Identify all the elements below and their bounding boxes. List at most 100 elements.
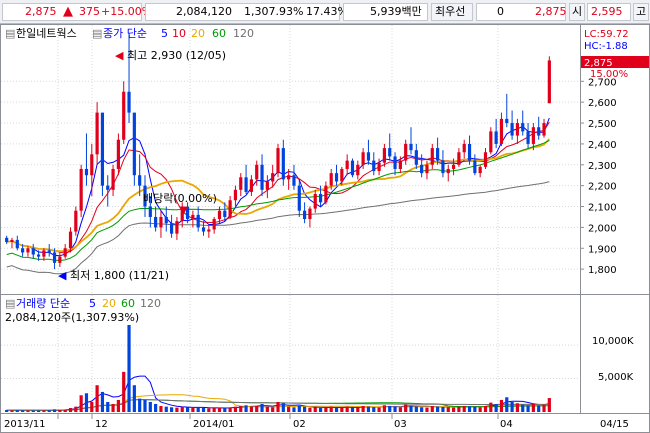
volume-bar <box>483 405 488 412</box>
current-price-tag-text: 2,875 <box>584 58 613 69</box>
candle-body <box>164 216 168 224</box>
volume-bar <box>457 406 461 412</box>
candle-body <box>404 143 408 161</box>
candle-body <box>515 123 520 136</box>
price-change: 375 <box>79 5 100 18</box>
volume-bar <box>36 410 41 412</box>
candle-body <box>217 210 222 220</box>
amount-cell: 5,939백만 <box>343 3 428 21</box>
volume-bar <box>318 407 323 412</box>
volume-bar <box>430 405 434 412</box>
pref-value-cell: 0 2,875 <box>476 3 567 21</box>
volume-bar <box>201 407 206 412</box>
volume-bar <box>356 407 360 412</box>
candle-body <box>542 123 546 136</box>
ma-label: 종가 단순 <box>103 27 147 40</box>
candle-body <box>366 152 371 161</box>
candle-body <box>441 160 445 174</box>
volume-bar <box>239 405 243 412</box>
price-panel-icon: ▤ <box>5 27 15 40</box>
chart-border <box>0 24 650 433</box>
quote-bar: 2,875 ▲ 375 +15.00% 2,084,120 1,307.93% … <box>0 0 650 24</box>
volume-bar <box>366 406 371 412</box>
candle-body <box>526 131 530 144</box>
volume-bar <box>334 407 339 412</box>
candle-body <box>276 148 280 174</box>
candle-body <box>377 162 381 172</box>
volume-bar <box>473 406 477 412</box>
volume-bar <box>95 385 99 412</box>
candle-body <box>175 221 179 234</box>
candle-body <box>324 185 328 203</box>
volume-bar <box>478 407 482 412</box>
volume-bar <box>47 410 51 412</box>
volume-bar <box>281 403 285 412</box>
volume-bar <box>122 371 126 412</box>
volume-bar <box>510 401 514 412</box>
volume-bar <box>398 407 402 412</box>
open-label-cell: 시 <box>569 3 585 21</box>
candle-body <box>84 168 89 176</box>
ma-period-10: 10 <box>172 27 186 40</box>
candle-body <box>132 112 136 176</box>
candle-body <box>537 127 541 136</box>
low-arrow-icon: ◀ <box>58 269 67 282</box>
candle-body <box>100 112 105 186</box>
volume-bar <box>74 406 78 412</box>
high-label: 고 <box>636 5 647 18</box>
candle-body <box>207 229 211 232</box>
candle-body <box>521 123 525 132</box>
candle-body <box>191 214 195 220</box>
volume-bar <box>31 410 35 412</box>
price-tick-label: 2,600 <box>588 98 617 109</box>
candle-body <box>425 164 429 174</box>
volume-bar <box>436 406 440 412</box>
volume-label: 거래량 단순 <box>16 297 70 310</box>
volume-bar <box>116 399 120 412</box>
volume-bar <box>521 404 525 412</box>
volume-bar <box>324 407 328 412</box>
volume-bar <box>313 407 317 412</box>
volume-bar <box>63 409 67 412</box>
volume-bar <box>451 407 456 412</box>
candle-body <box>489 131 493 153</box>
candle-body <box>467 143 472 161</box>
volume-bar <box>462 405 466 412</box>
up-arrow-icon: ▲ <box>63 4 73 19</box>
stock-name: 한일네트웍스 <box>16 26 77 40</box>
volume-bar <box>58 409 62 412</box>
volume-bar <box>303 406 307 412</box>
candle-body <box>334 173 339 182</box>
volume-bar <box>345 406 349 412</box>
candle-body <box>510 123 514 136</box>
candle-body <box>473 160 477 174</box>
vol-ma-period-20: 20 <box>102 297 116 310</box>
open-value: 2,595 <box>591 5 623 18</box>
stock-chart[interactable]: ▤ 한일네트웍스 ▤ 종가 단순 5 10 20 60 120 LC:59.72… <box>0 24 650 433</box>
price-tick-label: 1,800 <box>588 265 617 276</box>
volume-bar <box>196 407 200 412</box>
dividend-arrow-icon: ▼ <box>180 205 188 216</box>
lc-readout: LC:59.72 <box>584 29 629 40</box>
candle-body <box>122 91 126 140</box>
volume-bar <box>180 406 184 412</box>
ma-period-5: 5 <box>161 27 168 40</box>
vol-tick-5000k: 5,000K <box>598 372 634 383</box>
volume-ratio: 1,307.93% <box>244 5 304 18</box>
candle-body <box>52 252 57 263</box>
volume-bar <box>42 410 46 412</box>
volume-bar <box>537 405 541 412</box>
candle-body <box>138 175 142 186</box>
candle-body <box>21 248 25 253</box>
candle-body <box>547 60 551 104</box>
vol-ma-period-120: 120 <box>140 297 161 310</box>
open-label: 시 <box>572 5 583 18</box>
volume-bar <box>499 399 504 412</box>
volume-bar <box>5 409 9 412</box>
candle-body <box>196 214 200 228</box>
candle-body <box>430 148 434 165</box>
price-tick-label: 2,500 <box>588 119 617 130</box>
candle-body <box>244 177 248 192</box>
x-label-12: 12 <box>95 419 108 430</box>
volume-bar <box>79 395 83 412</box>
